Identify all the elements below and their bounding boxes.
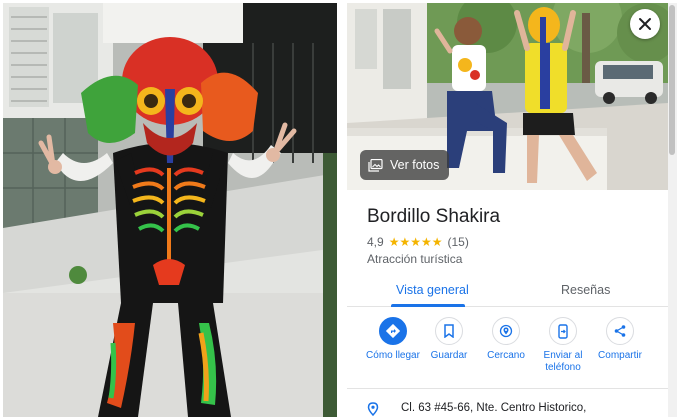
share-label: Compartir [598, 350, 642, 361]
close-icon [639, 18, 651, 30]
bookmark-icon [444, 324, 454, 338]
send-to-phone-circle [549, 317, 577, 345]
address-text: Cl. 63 #45-66, Nte. Centro Historico, [401, 402, 587, 414]
directions-icon [386, 324, 400, 338]
save-circle [435, 317, 463, 345]
save-label: Guardar [430, 350, 468, 361]
send-to-phone-button[interactable]: Enviar al teléfono [531, 317, 595, 374]
send-to-phone-icon [558, 323, 568, 339]
scrollbar[interactable] [668, 3, 677, 417]
place-hero-photo[interactable]: Ver fotos [347, 3, 668, 190]
photo-gallery-icon [368, 158, 383, 172]
nearby-icon [499, 324, 513, 338]
place-tabs: Vista general Reseñas [347, 277, 668, 307]
place-panel: Ver fotos Bordillo Shakira 4,9 ★★★★★ (15… [347, 3, 668, 417]
scrollbar-thumb[interactable] [669, 5, 675, 155]
review-count[interactable]: (15) [447, 235, 468, 249]
place-category: Atracción turística [367, 252, 463, 266]
rating-row[interactable]: 4,9 ★★★★★ (15) [367, 235, 469, 249]
send-to-phone-label: Enviar al teléfono [543, 350, 583, 373]
share-button[interactable]: Compartir [588, 317, 652, 362]
nearby-label: Cercano [487, 350, 525, 361]
action-buttons: Cómo llegar Guardar Cercano Enviar al te… [347, 317, 668, 381]
tab-reviews[interactable]: Reseñas [561, 283, 610, 297]
close-button[interactable] [630, 9, 660, 39]
costume-photo [3, 3, 337, 417]
view-photos-button[interactable]: Ver fotos [360, 150, 450, 180]
tab-overview[interactable]: Vista general [396, 283, 469, 297]
rating-value: 4,9 [367, 235, 384, 249]
place-title: Bordillo Shakira [367, 206, 501, 227]
directions-circle [379, 317, 407, 345]
view-photos-label: Ver fotos [390, 158, 440, 172]
section-divider [347, 388, 668, 389]
directions-label: Cómo llegar [366, 350, 420, 361]
active-tab-indicator [391, 304, 465, 307]
share-icon [614, 325, 626, 337]
nearby-button[interactable]: Cercano [474, 317, 538, 362]
rating-stars: ★★★★★ [388, 235, 443, 249]
nearby-circle [492, 317, 520, 345]
costume-photo-drawing [3, 3, 337, 417]
share-circle [606, 317, 634, 345]
location-pin-icon [367, 402, 379, 416]
directions-button[interactable]: Cómo llegar [361, 317, 425, 362]
save-button[interactable]: Guardar [417, 317, 481, 362]
address-row[interactable]: Cl. 63 #45-66, Nte. Centro Historico, [367, 402, 667, 416]
